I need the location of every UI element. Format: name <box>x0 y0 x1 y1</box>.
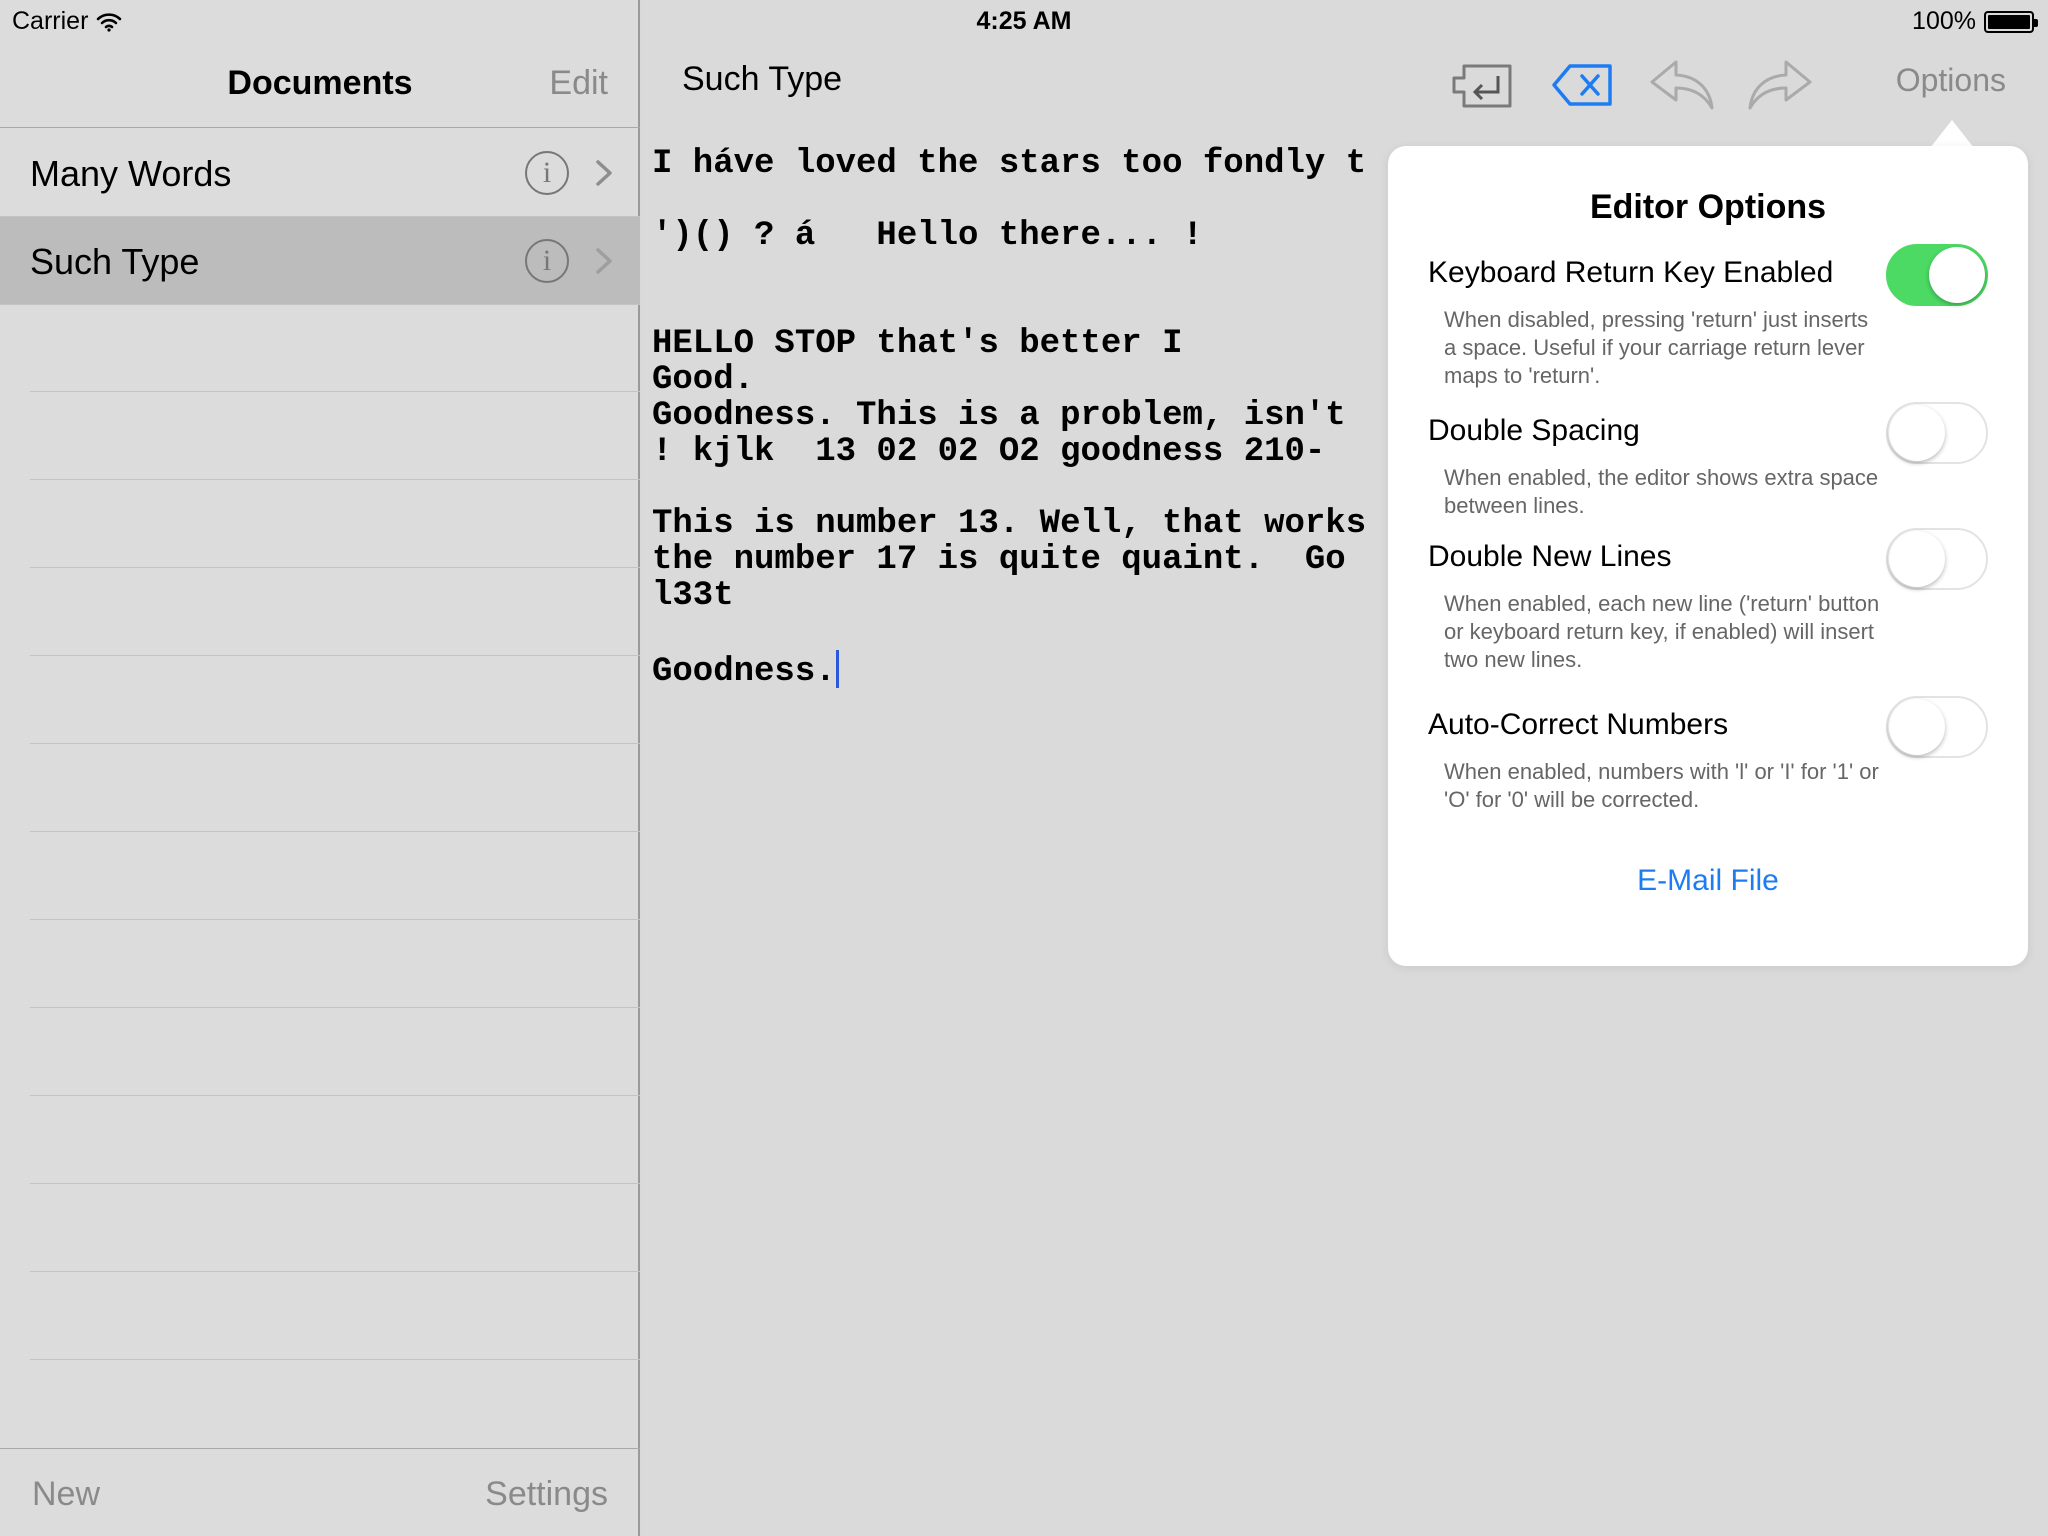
document-title: Such Type <box>682 60 843 98</box>
status-bar: Carrier 4:25 AM 100% <box>0 0 2048 40</box>
empty-row <box>30 480 640 568</box>
toggle-knob <box>1929 247 1985 303</box>
email-file-button[interactable]: E-Mail File <box>1388 864 2028 898</box>
undo-icon[interactable] <box>1646 54 1718 116</box>
empty-row <box>30 744 640 832</box>
battery-tip <box>2034 18 2038 27</box>
empty-row <box>30 392 640 480</box>
option-auto-correct-numbers: Auto-Correct Numbers When enabled, numbe… <box>1428 696 1988 814</box>
document-list: Many Words i Such Type i <box>0 129 640 305</box>
popover-title: Editor Options <box>1589 188 1827 226</box>
chevron-right-icon <box>596 248 612 274</box>
option-description: When enabled, numbers with 'l' or 'I' fo… <box>1444 759 1879 812</box>
sidebar-nav-bar: Documents Edit <box>0 40 640 128</box>
edit-button[interactable]: Edit <box>549 64 608 103</box>
popover-arrow <box>1930 120 1974 148</box>
auto-correct-numbers-toggle[interactable] <box>1886 696 1988 758</box>
document-name: Such Type <box>30 241 200 282</box>
option-description: When disabled, pressing 'return' just in… <box>1444 307 1869 388</box>
battery-level <box>1988 14 2030 29</box>
empty-row <box>30 1008 640 1096</box>
return-key-toggle[interactable] <box>1886 244 1988 306</box>
option-double-new-lines: Double New Lines When enabled, each new … <box>1428 528 1988 674</box>
empty-row <box>30 832 640 920</box>
info-icon[interactable]: i <box>525 239 569 283</box>
settings-button[interactable]: Settings <box>485 1475 608 1514</box>
double-spacing-toggle[interactable] <box>1886 402 1988 464</box>
empty-list-area <box>30 304 640 1360</box>
empty-row <box>30 304 640 392</box>
documents-sidebar: Documents Edit Many Words i Such Type i … <box>0 0 640 1536</box>
document-row-such-type[interactable]: Such Type i <box>0 217 640 305</box>
battery-icon <box>1984 10 2038 33</box>
empty-row <box>30 1096 640 1184</box>
clock: 4:25 AM <box>976 7 1072 35</box>
editor-nav-bar: Such Type Options <box>642 40 2048 140</box>
option-double-spacing: Double Spacing When enabled, the editor … <box>1428 402 1988 520</box>
sidebar-toolbar: New Settings <box>0 1448 640 1536</box>
options-button[interactable]: Options <box>1896 62 2006 99</box>
double-new-lines-toggle[interactable] <box>1886 528 1988 590</box>
redo-icon[interactable] <box>1744 54 1816 116</box>
empty-row <box>30 920 640 1008</box>
new-document-button[interactable]: New <box>32 1475 100 1514</box>
return-key-icon[interactable] <box>1450 54 1522 116</box>
delete-key-icon[interactable] <box>1548 54 1620 116</box>
editor-options-popover: Editor Options Keyboard Return Key Enabl… <box>1388 146 2028 966</box>
text-cursor <box>835 650 839 688</box>
chevron-right-icon <box>596 160 612 186</box>
battery-percent: 100% <box>1912 7 1976 35</box>
battery-indicator: 100% <box>1912 7 2038 36</box>
document-row-many-words[interactable]: Many Words i <box>0 129 640 217</box>
option-keyboard-return-key: Keyboard Return Key Enabled When disable… <box>1428 244 1988 390</box>
option-description: When enabled, the editor shows extra spa… <box>1444 465 1879 518</box>
option-description: When enabled, each new line ('return' bu… <box>1444 591 1880 672</box>
toggle-knob <box>1889 405 1945 461</box>
empty-row <box>30 568 640 656</box>
toggle-knob <box>1889 531 1945 587</box>
empty-row <box>30 656 640 744</box>
info-icon[interactable]: i <box>525 151 569 195</box>
empty-row <box>30 1272 640 1360</box>
document-name: Many Words <box>30 153 232 194</box>
sidebar-title: Documents <box>227 64 413 102</box>
toggle-knob <box>1889 699 1945 755</box>
empty-row <box>30 1184 640 1272</box>
